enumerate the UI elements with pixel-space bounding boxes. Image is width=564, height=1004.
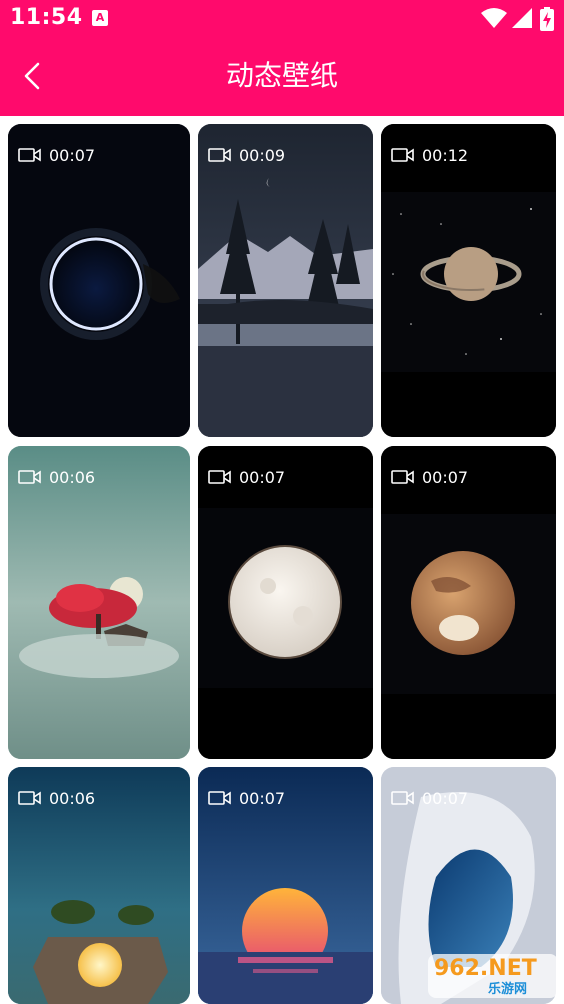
notification-icon: A [92, 10, 108, 26]
video-camera-icon [18, 791, 41, 805]
wallpaper-card[interactable]: 00:06 [8, 446, 190, 759]
status-bar: 11:54 A [0, 0, 564, 40]
video-duration: 00:07 [208, 787, 285, 809]
wallpaper-card[interactable]: 00:09 [198, 124, 373, 437]
wallpaper-card[interactable]: 00:07 [8, 124, 190, 437]
wallpaper-card[interactable]: 00:06 [8, 767, 190, 1004]
watermark-site-name: 乐游网 [488, 982, 528, 997]
video-camera-icon [208, 791, 231, 805]
status-time: 11:54 [10, 5, 83, 30]
wifi-icon [481, 8, 507, 28]
video-duration: 00:06 [18, 787, 95, 809]
video-duration: 00:07 [391, 787, 468, 809]
site-watermark: 962.NET 乐游网 [428, 954, 558, 998]
video-duration: 00:07 [391, 466, 468, 488]
video-camera-icon [208, 148, 231, 162]
page-title: 动态壁纸 [225, 59, 338, 92]
video-duration: 00:06 [18, 466, 95, 488]
video-duration: 00:09 [208, 144, 285, 166]
wallpaper-card[interactable]: 00:07 [198, 446, 373, 759]
cell-signal-icon [512, 8, 532, 28]
video-camera-icon [391, 791, 414, 805]
red-tree-moon-thumbnail [8, 446, 190, 759]
video-camera-icon [391, 470, 414, 484]
full-moon-thumbnail [198, 446, 373, 759]
video-camera-icon [18, 470, 41, 484]
video-duration: 00:07 [18, 144, 95, 166]
video-camera-icon [208, 470, 231, 484]
wallpaper-grid: 00:07 00:09 00:12 00:06 00:07 00:07 00:0… [0, 124, 564, 1004]
video-camera-icon [391, 148, 414, 162]
saturn-thumbnail [381, 124, 556, 437]
app-bar: 11:54 A 动态壁纸 [0, 0, 564, 116]
video-camera-icon [18, 148, 41, 162]
wallpaper-card[interactable]: 00:07 [381, 446, 556, 759]
planet-portal-thumbnail [8, 124, 190, 437]
video-duration: 00:07 [208, 466, 285, 488]
mars-thumbnail [381, 446, 556, 759]
video-duration: 00:12 [391, 144, 468, 166]
mountain-lake-thumbnail [198, 124, 373, 437]
wallpaper-card[interactable]: 00:12 [381, 124, 556, 437]
battery-charging-icon [540, 7, 554, 31]
wallpaper-card[interactable]: 00:07 [198, 767, 373, 1004]
